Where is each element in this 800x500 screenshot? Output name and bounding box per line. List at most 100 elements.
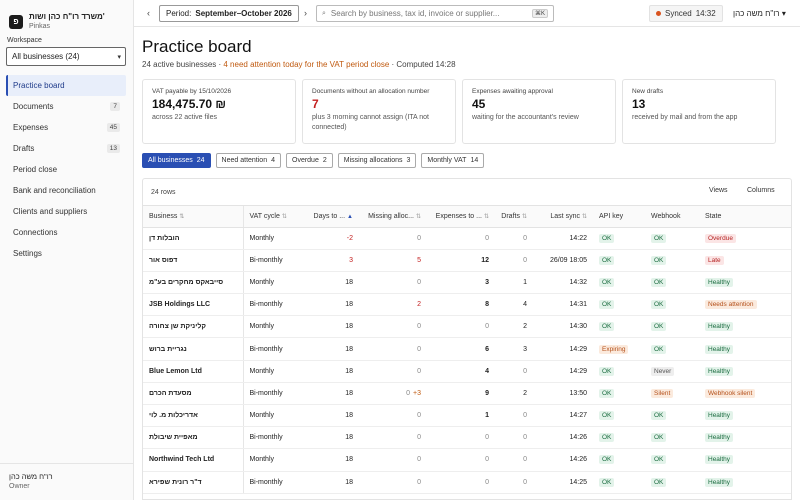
filter-chip[interactable]: Overdue 2 bbox=[286, 153, 333, 168]
table-row[interactable]: סייבאקס מחקרים בע"מ Monthly 18 0 3 1 14:32 OK OK… bbox=[143, 271, 791, 295]
sort-icon[interactable]: ⇅ bbox=[522, 214, 527, 220]
sort-icon[interactable]: ⇅ bbox=[416, 214, 421, 220]
cell-days: 18 bbox=[303, 448, 359, 472]
cell-last-sync-value: 14:31 bbox=[569, 301, 587, 309]
sidebar-item-documents[interactable]: Documents 7 bbox=[6, 96, 126, 117]
filter-chip[interactable]: Need attention 4 bbox=[215, 153, 281, 168]
sidebar-item-bank-and-reconciliation[interactable]: Bank and reconciliation bbox=[6, 180, 126, 201]
cell-missing-value: 5 bbox=[417, 256, 421, 264]
cell-api-key-value: OK bbox=[599, 455, 615, 465]
cell-webhook-value: OK bbox=[651, 477, 667, 487]
filter-chip[interactable]: Missing allocations 3 bbox=[337, 153, 417, 168]
cell-vat-cycle: Bi-monthly bbox=[243, 382, 303, 406]
next-period-icon[interactable]: › bbox=[304, 8, 307, 18]
column-header[interactable]: Missing alloc... ⇅ bbox=[359, 206, 427, 228]
cell-vat-cycle: Monthly bbox=[243, 227, 303, 250]
cell-api-key: OK bbox=[593, 382, 645, 406]
prev-period-icon[interactable]: ‹ bbox=[147, 8, 150, 18]
summary-card[interactable]: New drafts 13 received by mail and from th… bbox=[622, 79, 776, 144]
cell-api-key: OK bbox=[593, 404, 645, 428]
table-row[interactable]: ד"ר רונית שפירא Bi-monthly 18 0 0 0 14:25 OK OK H… bbox=[143, 471, 791, 494]
table-row[interactable]: דפוס אור Bi-monthly 3 5 12 0 26/09 18:05 OK OK La… bbox=[143, 249, 791, 272]
summary-card[interactable]: Documents without an allocation number 7 p… bbox=[302, 79, 456, 144]
cell-business-value: Blue Lemon Ltd bbox=[149, 367, 202, 375]
sort-asc-icon[interactable]: ▲ bbox=[347, 214, 353, 220]
table-row[interactable]: מסעדת הכרם Bi-monthly 18 0 +3 9 2 13:50 OK Silent… bbox=[143, 382, 791, 406]
filter-chip-label: Missing allocations bbox=[343, 157, 403, 164]
table-row[interactable]: JSB Holdings LLC Bi-monthly 18 2 8 4 14:31 OK OK… bbox=[143, 293, 791, 317]
cell-missing: 0 bbox=[359, 471, 427, 494]
column-header[interactable]: Business ⇅ bbox=[143, 206, 244, 228]
table-row[interactable]: נגריית ברוש Bi-monthly 18 0 6 3 14:29 Expiring O… bbox=[143, 337, 791, 361]
column-header[interactable]: Webhook bbox=[645, 206, 699, 228]
filter-chip[interactable]: Monthly VAT 14 bbox=[421, 153, 485, 168]
cell-days-value: 18 bbox=[345, 389, 353, 397]
cell-state: Late bbox=[699, 249, 791, 272]
cell-business: סייבאקס מחקרים בע"מ bbox=[143, 271, 244, 295]
sidebar-item-expenses[interactable]: Expenses 45 bbox=[6, 117, 126, 138]
sort-icon[interactable]: ⇅ bbox=[582, 214, 587, 220]
cell-last-sync: 14:27 bbox=[533, 404, 593, 428]
sidebar-item-period-close[interactable]: Period close bbox=[6, 159, 126, 180]
column-header[interactable]: VAT cycle ⇅ bbox=[243, 206, 303, 228]
column-header-label: Days to ... bbox=[313, 212, 346, 220]
table-row[interactable]: קליניקת שן צחורה Monthly 18 0 0 2 14:30 OK OK Hea… bbox=[143, 315, 791, 339]
sidebar-item-clients-and-suppliers[interactable]: Clients and suppliers bbox=[6, 201, 126, 222]
cell-last-sync-value: 14:27 bbox=[569, 412, 587, 420]
filter-chip-label: Need attention bbox=[221, 157, 268, 164]
cell-business-value: מאפיית שיבולת bbox=[149, 434, 198, 442]
table-row[interactable]: Blue Lemon Ltd Monthly 18 0 4 0 14:29 OK Never He… bbox=[143, 360, 791, 383]
cell-last-sync: 14:26 bbox=[533, 448, 593, 472]
cell-days: -2 bbox=[303, 227, 359, 250]
table-row[interactable]: אדריכלות מ. לוי Monthly 18 0 1 0 14:27 OK OK Heal… bbox=[143, 404, 791, 428]
sort-icon[interactable]: ⇅ bbox=[484, 214, 489, 220]
summary-card-value: 45 bbox=[472, 97, 486, 111]
column-header[interactable]: Last sync ⇅ bbox=[533, 206, 593, 228]
column-header[interactable]: Drafts ⇅ bbox=[495, 206, 533, 228]
columns-button[interactable]: Columns bbox=[747, 187, 775, 194]
summary-card[interactable]: VAT payable by 15/10/2026 184,475.70 ₪ acr… bbox=[142, 79, 296, 144]
cell-business-value: דפוס אור bbox=[149, 256, 178, 264]
cell-webhook: OK bbox=[645, 315, 699, 339]
table-row[interactable]: Northwind Tech Ltd Monthly 18 0 0 0 14:26 OK OK H… bbox=[143, 448, 791, 472]
column-header[interactable]: State bbox=[699, 206, 791, 228]
table-row[interactable]: מאפיית שיבולת Bi-monthly 18 0 0 0 14:26 OK OK Hea… bbox=[143, 426, 791, 450]
cell-expenses-value: 0 bbox=[485, 234, 489, 242]
views-button[interactable]: Views bbox=[709, 187, 728, 194]
sidebar-item-settings[interactable]: Settings bbox=[6, 243, 126, 264]
cell-webhook-value: OK bbox=[651, 433, 667, 443]
summary-card[interactable]: Expenses awaiting approval 45 waiting for … bbox=[462, 79, 616, 144]
cell-business: הובלות דן bbox=[143, 227, 244, 250]
sidebar-user[interactable]: רו"ח משה כהן Owner bbox=[0, 463, 133, 500]
cell-days-value: -2 bbox=[346, 234, 353, 242]
workspace-select[interactable]: All businesses (24) ▾ bbox=[6, 47, 126, 66]
cell-drafts: 2 bbox=[495, 382, 533, 406]
sidebar-item-practice-board[interactable]: Practice board bbox=[6, 75, 126, 96]
sidebar-item-label: Expenses bbox=[13, 123, 49, 132]
period-selector[interactable]: Period: September–October 2026 bbox=[159, 5, 299, 22]
column-header[interactable]: Expenses to ... ⇅ bbox=[427, 206, 495, 228]
sidebar-item-connections[interactable]: Connections bbox=[6, 222, 126, 243]
attention-text[interactable]: 4 need attention today for the VAT perio… bbox=[223, 60, 389, 69]
filter-chip-label: Monthly VAT bbox=[427, 157, 467, 164]
user-menu[interactable]: רו"ח משה כהן ▾ bbox=[733, 9, 786, 18]
cell-api-key: OK bbox=[593, 315, 645, 339]
sort-icon[interactable]: ⇅ bbox=[179, 214, 184, 220]
cell-drafts: 0 bbox=[495, 471, 533, 494]
column-header[interactable]: Days to ... ▲ bbox=[303, 206, 359, 228]
sidebar-item-count: 7 bbox=[110, 102, 120, 111]
business-table: 24 rows Views Columns Business ⇅ VAT cycle… bbox=[142, 178, 792, 500]
sidebar-item-drafts[interactable]: Drafts 13 bbox=[6, 138, 126, 159]
table-row[interactable]: הובלות דן Monthly -2 0 0 0 14:22 OK OK Overdue bbox=[143, 227, 791, 250]
cell-vat-cycle: Monthly bbox=[243, 360, 303, 383]
cell-drafts-value: 0 bbox=[523, 367, 527, 375]
filter-chip[interactable]: All businesses 24 bbox=[142, 153, 211, 168]
column-header[interactable]: API key bbox=[593, 206, 645, 228]
cell-api-key-value: OK bbox=[599, 411, 615, 421]
sort-icon[interactable]: ⇅ bbox=[282, 214, 287, 220]
search-input[interactable]: ⌕ Search by business, tax id, invoice or… bbox=[316, 5, 554, 22]
main-content: ‹ Period: September–October 2026 › ⌕ Sea… bbox=[134, 0, 800, 500]
sidebar-item-label: Bank and reconciliation bbox=[13, 186, 96, 195]
computed-text: Computed 14:28 bbox=[396, 60, 456, 69]
sidebar-item-label: Connections bbox=[13, 228, 58, 237]
